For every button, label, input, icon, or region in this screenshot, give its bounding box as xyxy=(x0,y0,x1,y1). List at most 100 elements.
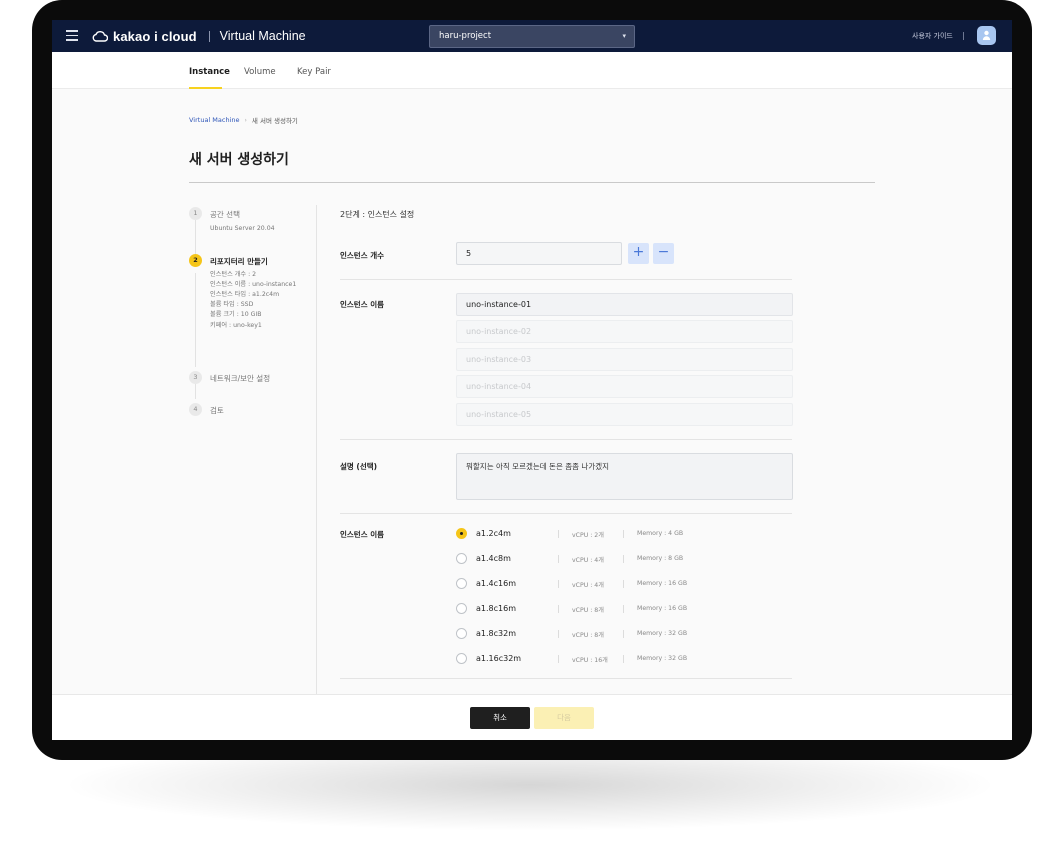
instance-name-input-disabled: uno-instance-04 xyxy=(456,375,793,398)
instance-type-option[interactable]: a1.4c8m vCPU : 4개 Memory : 8 GB xyxy=(456,552,796,566)
step-number: 4 xyxy=(189,403,202,416)
project-select[interactable]: haru-project ▾ xyxy=(429,25,635,48)
user-guide-link[interactable]: 사용자 가이드 xyxy=(912,31,953,41)
step-detail: 볼륨 크기 : 10 GIB xyxy=(210,311,262,318)
type-name: a1.4c8m xyxy=(476,554,511,563)
instance-name-value: uno-instance-04 xyxy=(466,382,532,391)
type-memory: Memory : 32 GB xyxy=(637,630,688,637)
cancel-button[interactable]: 취소 xyxy=(470,707,530,729)
separator xyxy=(623,580,624,588)
instance-name-value: uno-instance-01 xyxy=(466,300,532,309)
tab-volume[interactable]: Volume xyxy=(244,67,276,77)
breadcrumb-current: 새 서버 생성하기 xyxy=(251,117,298,125)
type-vcpu: vCPU : 4개 xyxy=(572,557,604,564)
title-divider-line xyxy=(189,182,875,183)
step-label: 검토 xyxy=(210,406,224,415)
instance-count-value: 5 xyxy=(466,249,472,258)
step-detail: 인스턴스 타입 : a1.2c4m xyxy=(210,291,280,298)
separator xyxy=(623,555,624,563)
separator xyxy=(623,655,624,663)
separator xyxy=(558,580,559,588)
step-detail: 인스턴스 이름 : uno-instance1 xyxy=(210,281,297,288)
app-screen: kakao i cloud Virtual Machine haru-proje… xyxy=(52,20,1012,740)
instance-type-option[interactable]: a1.2c4m vCPU : 2개 Memory : 4 GB xyxy=(456,527,796,541)
stage-title: 2단계 : 인스턴스 설정 xyxy=(340,210,415,219)
tab-instance[interactable]: Instance xyxy=(189,67,230,77)
radio-button[interactable] xyxy=(456,628,467,639)
next-button[interactable]: 다음 xyxy=(534,707,594,729)
type-vcpu: vCPU : 8개 xyxy=(572,607,604,614)
type-name: a1.8c32m xyxy=(476,629,516,638)
description-textarea[interactable]: 뭐할지는 아직 모르겠는데 돈은 좀좀 나가겠지 xyxy=(456,453,793,500)
separator xyxy=(558,655,559,663)
decrement-button[interactable]: − xyxy=(653,243,674,264)
step-label: 네트워크/보안 설정 xyxy=(210,374,271,383)
topbar-divider xyxy=(963,32,964,40)
instance-name-input-disabled: uno-instance-02 xyxy=(456,320,793,343)
avatar[interactable] xyxy=(977,26,996,45)
instance-name-value: uno-instance-05 xyxy=(466,410,532,419)
step-number: 3 xyxy=(189,371,202,384)
type-memory: Memory : 16 GB xyxy=(637,605,688,612)
description-label: 설명 (선택) xyxy=(340,462,378,471)
section-divider xyxy=(340,279,792,280)
type-name: a1.16c32m xyxy=(476,654,522,663)
instance-count-input[interactable]: 5 xyxy=(456,242,622,265)
instance-name-value: uno-instance-03 xyxy=(466,355,532,364)
instance-name-input[interactable]: uno-instance-01 xyxy=(456,293,793,316)
type-memory: Memory : 4 GB xyxy=(637,530,684,537)
instance-type-option[interactable]: a1.8c32m vCPU : 8개 Memory : 32 GB xyxy=(456,627,796,641)
project-select-value: haru-project xyxy=(439,31,492,41)
title-divider xyxy=(208,30,210,42)
section-divider xyxy=(340,513,792,514)
instance-name-value: uno-instance-02 xyxy=(466,327,532,336)
type-vcpu: vCPU : 8개 xyxy=(572,632,604,639)
increment-button[interactable]: + xyxy=(628,243,649,264)
step-label: 공간 선택 xyxy=(210,210,240,219)
step-label: 리포지터리 만들기 xyxy=(210,257,268,266)
action-footer: 취소 다음 xyxy=(52,694,1012,740)
instance-type-option[interactable]: a1.4c16m vCPU : 4개 Memory : 16 GB xyxy=(456,577,796,591)
step-detail: Ubuntu Server 20.04 xyxy=(210,225,275,232)
step-detail: 키페어 : uno-key1 xyxy=(210,322,262,329)
cloud-icon xyxy=(92,31,108,42)
step-detail: 인스턴스 개수 : 2 xyxy=(210,271,257,278)
type-name: a1.8c16m xyxy=(476,604,516,613)
instance-type-option[interactable]: a1.16c32m vCPU : 16개 Memory : 32 GB xyxy=(456,652,796,666)
step-detail: 볼륨 타입 : SSD xyxy=(210,301,254,308)
radio-selected[interactable] xyxy=(456,528,467,539)
brand-logo[interactable]: kakao i cloud Virtual Machine xyxy=(92,27,306,45)
user-icon xyxy=(982,30,991,40)
breadcrumb-root-link[interactable]: Virtual Machine xyxy=(189,116,240,124)
chevron-right-icon: › xyxy=(244,116,247,124)
radio-button[interactable] xyxy=(456,553,467,564)
tab-key-pair[interactable]: Key Pair xyxy=(297,67,331,77)
description-value: 뭐할지는 아직 모르겠는데 돈은 좀좀 나가겠지 xyxy=(466,462,610,471)
type-vcpu: vCPU : 16개 xyxy=(572,657,608,664)
type-memory: Memory : 16 GB xyxy=(637,580,688,587)
main-content: Virtual Machine › 새 서버 생성하기 새 서버 생성하기 1 … xyxy=(52,89,1012,694)
radio-button[interactable] xyxy=(456,603,467,614)
radio-button[interactable] xyxy=(456,653,467,664)
breadcrumb: Virtual Machine › 새 서버 생성하기 xyxy=(189,115,298,125)
type-name: a1.2c4m xyxy=(476,529,511,538)
type-name: a1.4c16m xyxy=(476,579,516,588)
type-memory: Memory : 8 GB xyxy=(637,555,684,562)
top-navigation-bar: kakao i cloud Virtual Machine haru-proje… xyxy=(52,20,1012,52)
step-number: 2 xyxy=(189,254,202,267)
type-vcpu: vCPU : 4개 xyxy=(572,582,604,589)
instance-name-label: 인스턴스 이름 xyxy=(340,300,385,309)
radio-button[interactable] xyxy=(456,578,467,589)
type-memory: Memory : 32 GB xyxy=(637,655,688,662)
page-title: 새 서버 생성하기 xyxy=(189,152,289,168)
instance-type-option[interactable]: a1.8c16m vCPU : 8개 Memory : 16 GB xyxy=(456,602,796,616)
instance-name-input-disabled: uno-instance-05 xyxy=(456,403,793,426)
step-number: 1 xyxy=(189,207,202,220)
menu-icon[interactable] xyxy=(66,30,78,42)
separator xyxy=(558,530,559,538)
brand-name: kakao i cloud xyxy=(113,28,197,44)
separator xyxy=(623,630,624,638)
separator xyxy=(558,630,559,638)
separator xyxy=(558,555,559,563)
instance-type-label: 인스턴스 이름 xyxy=(340,530,385,539)
